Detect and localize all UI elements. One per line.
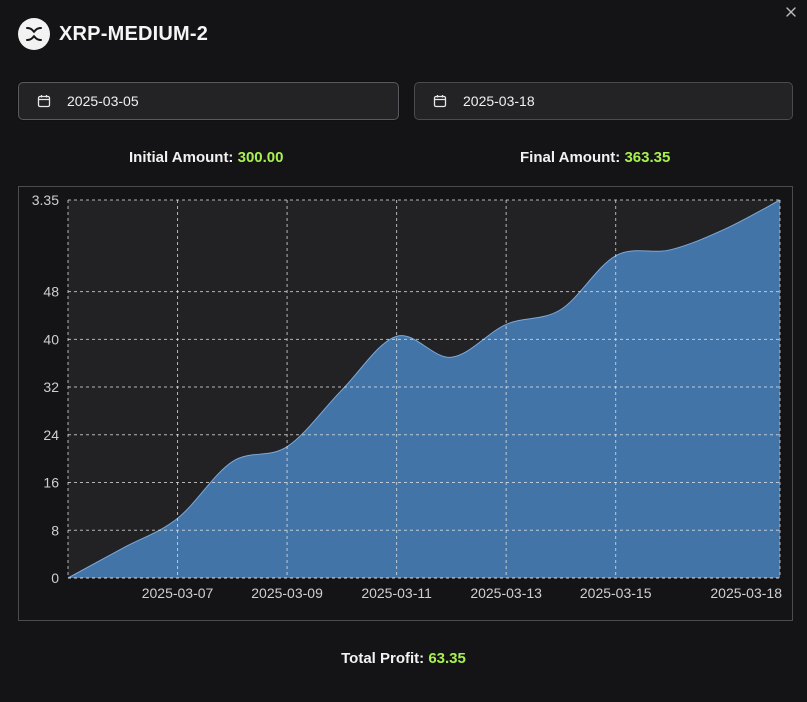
initial-amount: Initial Amount: 300.00 <box>129 149 284 166</box>
x-tick-label: 2025-03-15 <box>580 585 652 601</box>
dialog-header: XRP-MEDIUM-2 <box>18 18 208 50</box>
x-tick-label: 2025-03-13 <box>470 585 542 601</box>
end-date-picker[interactable]: 2025-03-18 <box>414 82 793 120</box>
end-date-value: 2025-03-18 <box>463 93 535 109</box>
xrp-logo-icon <box>18 18 50 50</box>
start-date-picker[interactable]: 2025-03-05 <box>18 82 399 120</box>
y-tick-label: 16 <box>43 475 59 491</box>
x-tick-label: 2025-03-18 <box>710 585 782 601</box>
total-profit-value: 63.35 <box>428 650 466 667</box>
calendar-icon <box>37 94 51 108</box>
dialog-title: XRP-MEDIUM-2 <box>59 22 209 45</box>
x-tick-label: 2025-03-07 <box>142 585 214 601</box>
calendar-icon <box>433 94 447 108</box>
total-profit: Total Profit: 63.35 <box>0 650 807 667</box>
final-amount: Final Amount: 363.35 <box>520 149 670 166</box>
profit-area-chart: 0 8 16 24 32 40 48 3.35 2025-03-07 2025-03-09 2025… <box>32 192 782 601</box>
profit-chart: 0 8 16 24 32 40 48 3.35 2025-03-07 2025-03-09 2025… <box>18 186 793 621</box>
final-amount-label: Final Amount: <box>520 149 621 166</box>
y-tick-label: 24 <box>43 427 59 443</box>
initial-amount-value: 300.00 <box>237 149 284 166</box>
y-tick-label: 40 <box>43 331 59 347</box>
initial-amount-label: Initial Amount: <box>129 149 234 166</box>
x-tick-label: 2025-03-11 <box>361 585 432 601</box>
close-icon[interactable] <box>783 6 799 22</box>
y-tick-label: 3.35 <box>32 192 59 208</box>
total-profit-label: Total Profit: <box>341 650 425 667</box>
y-tick-label: 32 <box>43 379 59 395</box>
y-tick-label: 0 <box>51 570 59 586</box>
start-date-value: 2025-03-05 <box>67 93 139 109</box>
y-tick-label: 48 <box>43 284 59 300</box>
x-tick-label: 2025-03-09 <box>251 585 323 601</box>
y-tick-label: 8 <box>51 522 59 538</box>
final-amount-value: 363.35 <box>624 149 671 166</box>
